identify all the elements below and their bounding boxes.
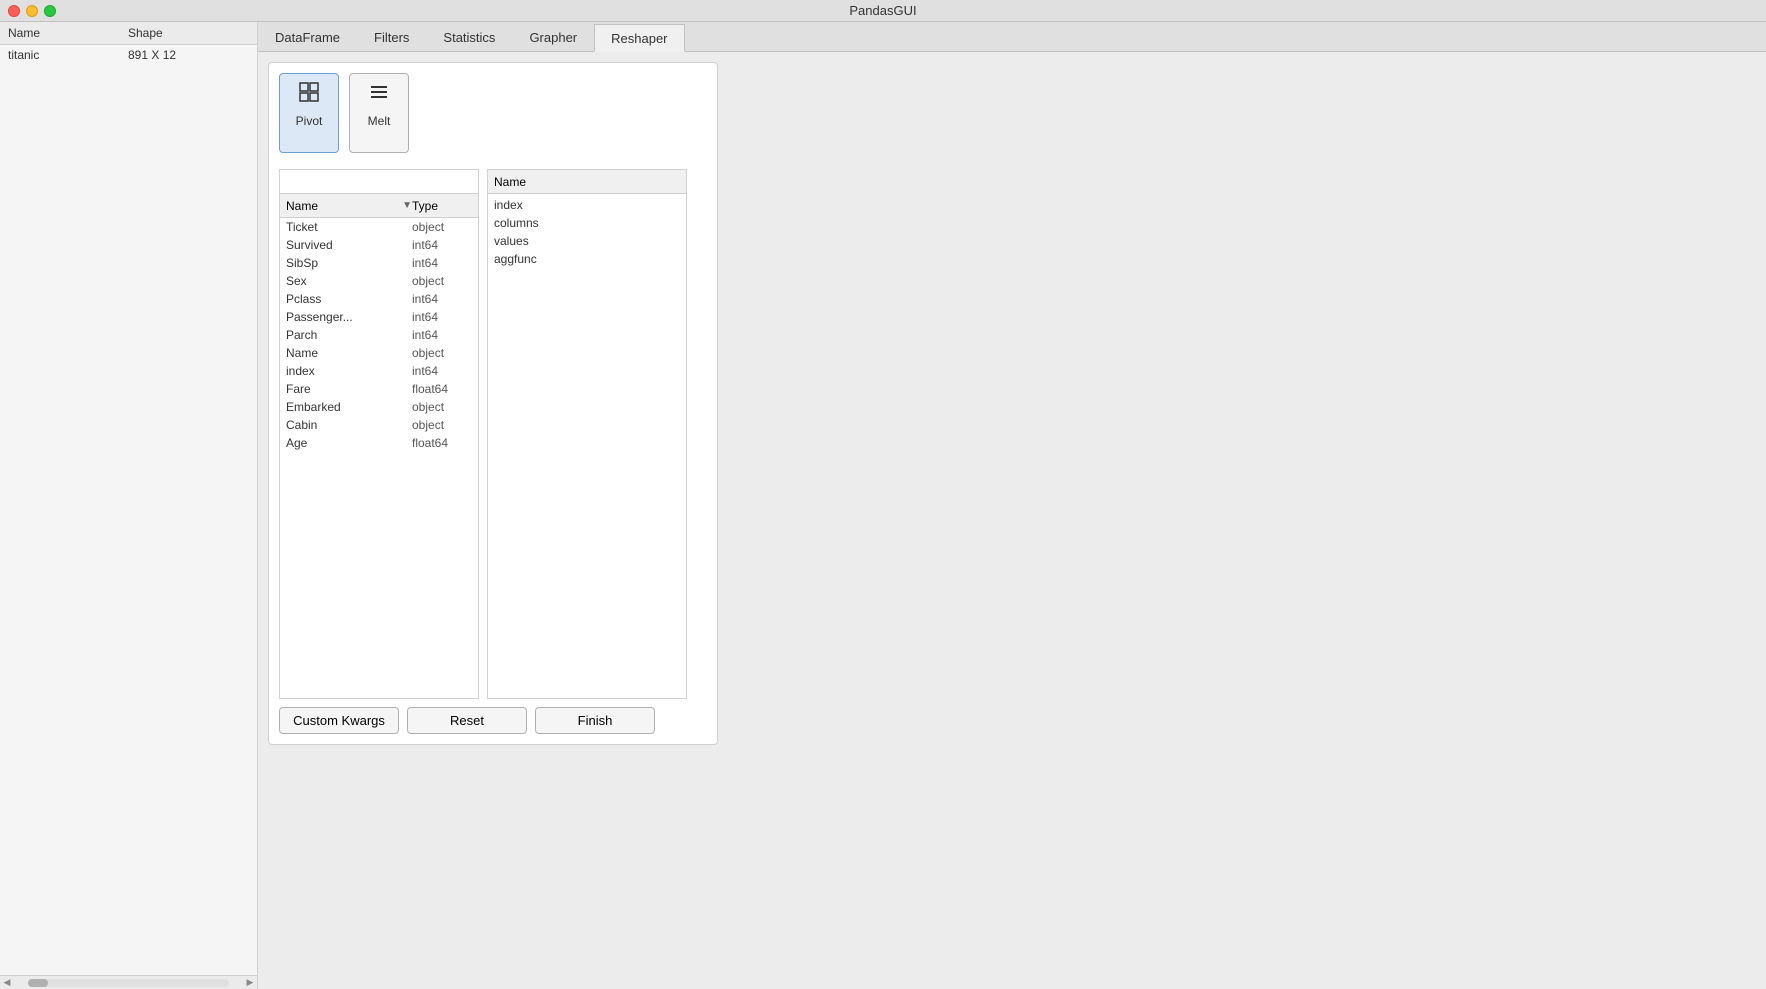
traffic-lights xyxy=(8,5,56,17)
pivot-label: Pivot xyxy=(296,114,323,128)
sidebar: Name Shape titanic 891 X 12 ◀ ▶ xyxy=(0,22,258,989)
custom-kwargs-button[interactable]: Custom Kwargs xyxy=(279,707,399,734)
pivot-icon xyxy=(297,80,321,110)
tab-grapher[interactable]: Grapher xyxy=(512,23,594,51)
name-list-body: indexcolumnsvaluesaggfunc xyxy=(488,194,686,270)
column-list-header: Name ▼ Type xyxy=(280,194,478,218)
list-item[interactable]: Cabinobject xyxy=(280,416,478,434)
sidebar-hscroll-thumb xyxy=(28,979,48,987)
main-panel: Pivot Melt xyxy=(258,52,1766,989)
tab-dataframe[interactable]: DataFrame xyxy=(258,23,357,51)
list-item[interactable]: Embarkedobject xyxy=(280,398,478,416)
reshaper-container: Pivot Melt xyxy=(268,62,718,745)
column-list-body: TicketobjectSurvivedint64SibSpint64Sexob… xyxy=(280,218,478,698)
finish-button[interactable]: Finish xyxy=(535,707,655,734)
app-title: PandasGUI xyxy=(849,3,916,18)
list-item[interactable]: Farefloat64 xyxy=(280,380,478,398)
content-area: DataFrame Filters Statistics Grapher Res… xyxy=(258,22,1766,989)
list-item[interactable]: Survivedint64 xyxy=(280,236,478,254)
list-item[interactable]: Parchint64 xyxy=(280,326,478,344)
sidebar-header: Name Shape xyxy=(0,22,257,45)
melt-button[interactable]: Melt xyxy=(349,73,409,153)
scroll-right-arrow[interactable]: ▶ xyxy=(243,977,257,988)
app-body: Name Shape titanic 891 X 12 ◀ ▶ DataFram… xyxy=(0,22,1766,989)
name-list-container: Name indexcolumnsvaluesaggfunc xyxy=(487,169,687,699)
list-item[interactable]: Pclassint64 xyxy=(280,290,478,308)
sidebar-bottom-scrollbar: ◀ ▶ xyxy=(0,975,257,989)
list-item[interactable]: columns xyxy=(488,214,686,232)
list-item[interactable]: aggfunc xyxy=(488,250,686,268)
bottom-buttons: Custom Kwargs Reset Finish xyxy=(279,707,707,734)
list-item[interactable]: Sexobject xyxy=(280,272,478,290)
list-item[interactable]: Ticketobject xyxy=(280,218,478,236)
list-item[interactable]: indexint64 xyxy=(280,362,478,380)
sidebar-dataset-name: titanic xyxy=(8,48,128,62)
sidebar-dataset-shape: 891 X 12 xyxy=(128,48,176,62)
list-item[interactable]: Nameobject xyxy=(280,344,478,362)
sidebar-col-shape-header: Shape xyxy=(128,26,163,40)
titlebar: PandasGUI xyxy=(0,0,1766,22)
list-item[interactable]: Agefloat64 xyxy=(280,434,478,452)
tab-statistics[interactable]: Statistics xyxy=(426,23,512,51)
melt-label: Melt xyxy=(368,114,391,128)
list-item[interactable]: index xyxy=(488,196,686,214)
col-header-sort-icon: ▼ xyxy=(402,200,412,211)
col-header-name: Name xyxy=(286,199,402,213)
sidebar-col-name-header: Name xyxy=(8,26,128,40)
maximize-button[interactable] xyxy=(44,5,56,17)
pivot-button[interactable]: Pivot xyxy=(279,73,339,153)
scroll-left-arrow[interactable]: ◀ xyxy=(0,977,14,988)
sidebar-hscroll-track xyxy=(28,979,229,987)
tabbar: DataFrame Filters Statistics Grapher Res… xyxy=(258,22,1766,52)
list-item[interactable]: values xyxy=(488,232,686,250)
reset-button[interactable]: Reset xyxy=(407,707,527,734)
col-header-type: Type xyxy=(412,199,472,213)
column-search-input[interactable] xyxy=(280,170,478,194)
tab-reshaper[interactable]: Reshaper xyxy=(594,24,684,52)
close-button[interactable] xyxy=(8,5,20,17)
melt-icon xyxy=(367,80,391,110)
sidebar-row-titanic[interactable]: titanic 891 X 12 xyxy=(0,45,257,65)
minimize-button[interactable] xyxy=(26,5,38,17)
list-item[interactable]: Passenger...int64 xyxy=(280,308,478,326)
list-item[interactable]: SibSpint64 xyxy=(280,254,478,272)
column-config: Name ▼ Type TicketobjectSurvivedint64Sib… xyxy=(279,169,707,699)
operation-buttons: Pivot Melt xyxy=(279,73,707,153)
name-list-header: Name xyxy=(488,170,686,194)
column-list-container: Name ▼ Type TicketobjectSurvivedint64Sib… xyxy=(279,169,479,699)
tab-filters[interactable]: Filters xyxy=(357,23,426,51)
